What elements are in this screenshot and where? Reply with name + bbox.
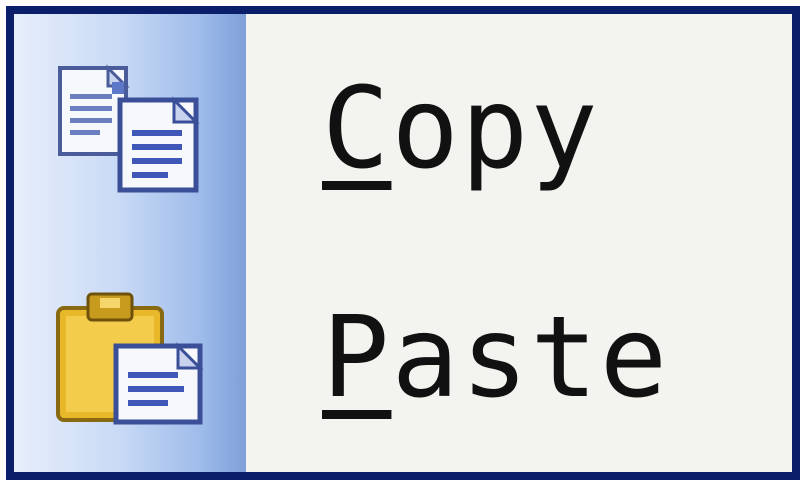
paste-icon-cell [14, 243, 246, 472]
context-menu: Copy Paste [6, 6, 800, 480]
menu-item-copy-label: Copy [322, 73, 600, 185]
menu-item-paste-label: Paste [322, 302, 669, 414]
menu-items: Copy Paste [246, 14, 792, 472]
paste-label-rest: aste [391, 292, 670, 423]
paste-icon [56, 292, 204, 424]
copy-mnemonic: C [322, 63, 392, 194]
icon-gutter [14, 14, 246, 472]
copy-icon-cell [14, 14, 246, 243]
menu-item-paste[interactable]: Paste [246, 243, 792, 472]
menu-item-copy[interactable]: Copy [246, 14, 792, 243]
copy-label-rest: opy [391, 63, 600, 194]
copy-icon [58, 63, 200, 192]
paste-mnemonic: P [322, 292, 392, 423]
